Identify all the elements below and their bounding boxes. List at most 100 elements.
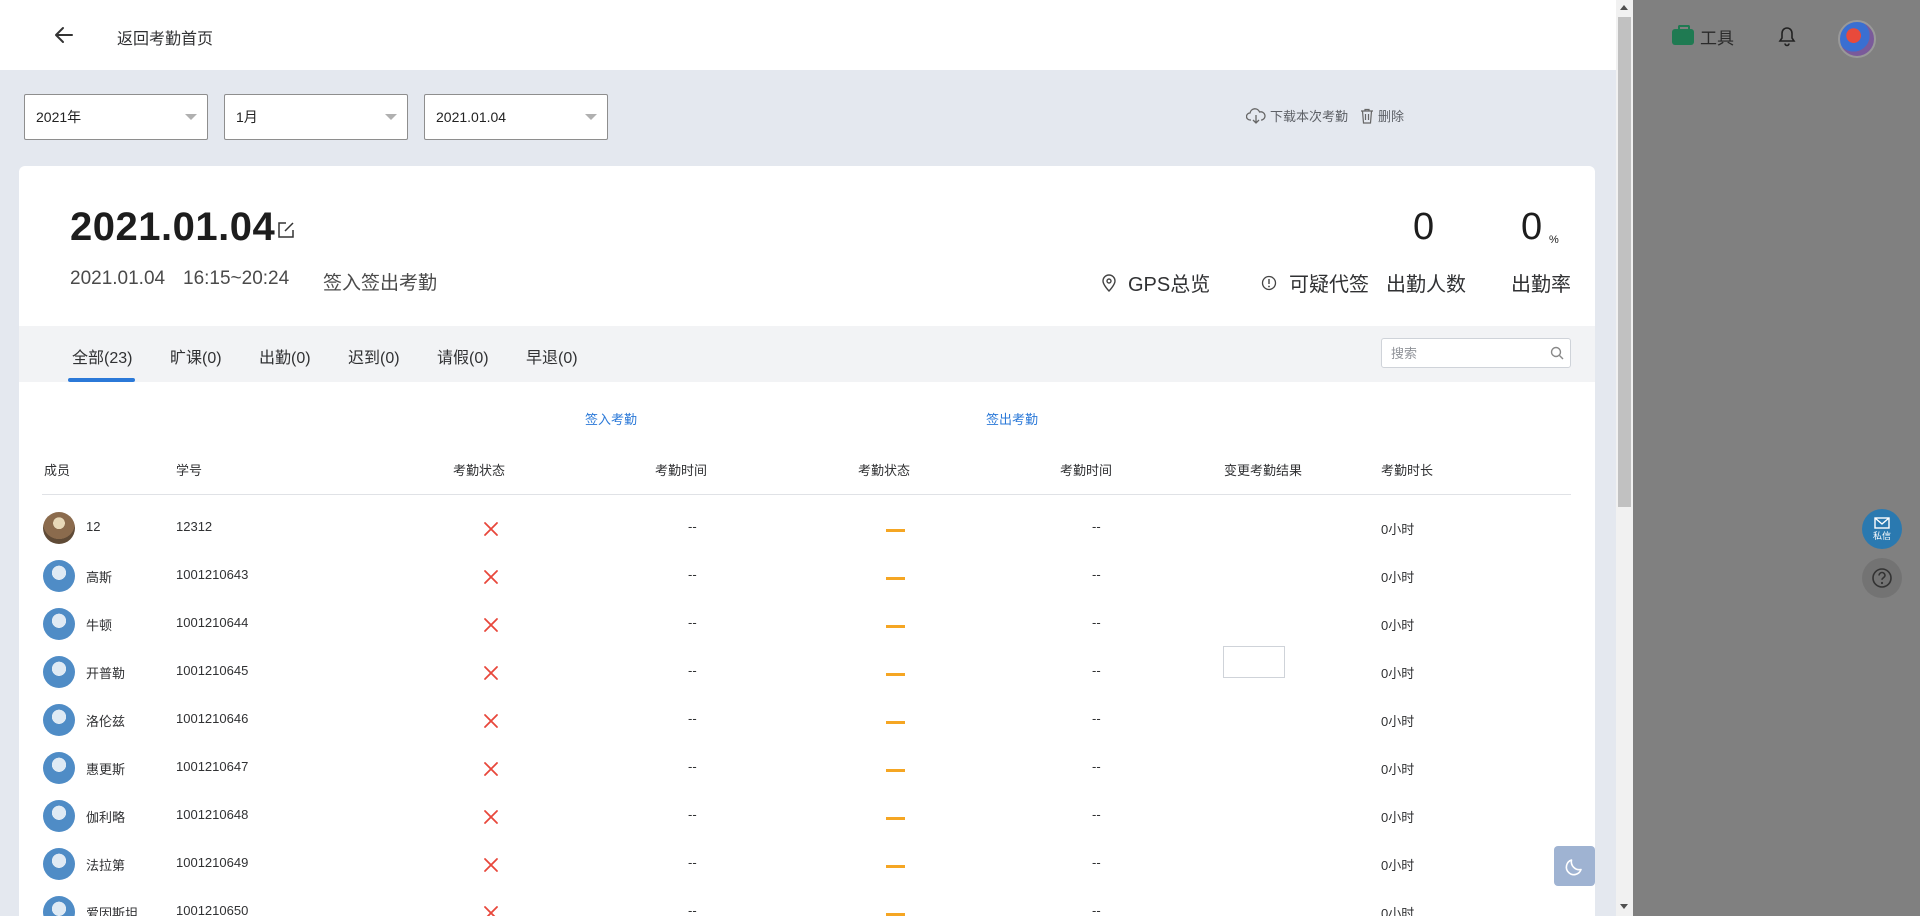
attendance-duration: 0小时 xyxy=(1381,762,1415,777)
avatar xyxy=(43,752,75,784)
scroll-up-icon[interactable] xyxy=(1620,5,1628,10)
tab-all[interactable]: 全部(23) xyxy=(72,344,132,368)
pending-status-icon xyxy=(886,577,905,580)
checkout-time: -- xyxy=(1092,711,1101,726)
attendance-duration: 0小时 xyxy=(1381,522,1415,537)
year-select[interactable]: 2021年 xyxy=(24,94,208,140)
tab-present[interactable]: 出勤(0) xyxy=(259,344,311,368)
bell-icon xyxy=(1778,27,1796,52)
student-id: 1001210643 xyxy=(176,567,249,582)
column-header-student-id: 学号 xyxy=(176,463,203,478)
pending-status-icon xyxy=(886,865,905,868)
tab-absent[interactable]: 旷课(0) xyxy=(170,344,222,368)
search-icon[interactable] xyxy=(1550,346,1564,360)
delete-label: 删除 xyxy=(1377,109,1404,124)
search-input[interactable] xyxy=(1382,339,1541,367)
attendance-rate-unit: % xyxy=(1549,234,1559,246)
pending-status-icon xyxy=(886,817,905,820)
download-button[interactable]: 下载本次考勤 xyxy=(1245,106,1348,125)
column-header-member: 成员 xyxy=(44,463,71,478)
top-bar xyxy=(0,0,1616,70)
table-row: 惠更斯 1001210647 -- -- 0小时 xyxy=(0,752,1616,800)
checkout-group-label[interactable]: 签出考勤 xyxy=(986,409,1038,428)
checkin-time: -- xyxy=(688,567,697,582)
change-result-dropdown[interactable] xyxy=(1223,646,1285,678)
avatar xyxy=(43,656,75,688)
checkout-time: -- xyxy=(1092,759,1101,774)
absent-x-icon xyxy=(484,858,498,872)
user-avatar xyxy=(1838,20,1876,58)
checkin-time: -- xyxy=(688,807,697,822)
session-date-title: 2021.01.04 xyxy=(70,205,276,249)
delete-button[interactable]: 删除 xyxy=(1360,106,1404,125)
search-box xyxy=(1381,338,1571,368)
absent-x-icon xyxy=(484,762,498,776)
member-name: 法拉第 xyxy=(86,858,126,873)
member-name: 高斯 xyxy=(86,570,113,585)
member-name: 洛伦兹 xyxy=(86,714,126,729)
suspicious-signin-button[interactable]: 可疑代签 xyxy=(1261,268,1369,297)
back-to-home-link[interactable]: 返回考勤首页 xyxy=(117,25,213,49)
member-name: 惠更斯 xyxy=(86,762,126,777)
location-pin-icon xyxy=(1102,273,1116,292)
month-select[interactable]: 1月 xyxy=(224,94,408,140)
checkin-time: -- xyxy=(688,759,697,774)
attendance-count: 0 xyxy=(1413,206,1435,248)
column-header-checkin-status: 考勤状态 xyxy=(453,463,506,478)
message-label: 私信 xyxy=(1872,531,1891,541)
pending-status-icon xyxy=(886,673,905,676)
scrollbar-thumb[interactable] xyxy=(1618,17,1631,507)
student-id: 1001210647 xyxy=(176,759,249,774)
avatar xyxy=(43,608,75,640)
attendance-duration: 0小时 xyxy=(1381,570,1415,585)
student-id: 1001210650 xyxy=(176,903,249,916)
back-arrow-icon[interactable] xyxy=(52,24,76,46)
checkin-time: -- xyxy=(688,663,697,678)
table-row: 爱因斯坦 1001210650 -- -- 0小时 xyxy=(0,896,1616,916)
dark-mode-toggle[interactable] xyxy=(1554,846,1595,886)
table-row: 开普勒 1001210645 -- -- 0小时 xyxy=(0,646,1616,704)
trash-icon xyxy=(1360,108,1373,124)
tab-early-leave[interactable]: 早退(0) xyxy=(526,344,578,368)
checkin-time: -- xyxy=(688,903,697,916)
checkout-time: -- xyxy=(1092,519,1101,534)
gps-overview-label: GPS总览 xyxy=(1128,274,1211,296)
action-links: 下载本次考勤 删除 xyxy=(1234,106,1404,125)
table-row: 牛顿 1001210644 -- -- 0小时 xyxy=(0,608,1616,656)
attendance-duration: 0小时 xyxy=(1381,666,1415,681)
active-tab-indicator xyxy=(68,378,135,382)
chevron-down-icon xyxy=(185,114,197,120)
column-header-checkout-status: 考勤状态 xyxy=(858,463,911,478)
edit-icon[interactable] xyxy=(277,221,295,239)
header-divider xyxy=(42,494,1571,495)
attendance-duration: 0小时 xyxy=(1381,714,1415,729)
avatar xyxy=(43,512,75,544)
tools-menu: 工具 xyxy=(1672,24,1734,49)
date-select[interactable]: 2021.01.04 xyxy=(424,94,608,140)
student-id: 1001210646 xyxy=(176,711,249,726)
attendance-duration: 0小时 xyxy=(1381,810,1415,825)
pending-status-icon xyxy=(886,625,905,628)
table-row: 12 12312 -- -- 0小时 xyxy=(0,512,1616,560)
date-select-value: 2021.01.04 xyxy=(436,109,507,125)
attendance-rate-label: 出勤率 xyxy=(1511,274,1571,296)
absent-x-icon xyxy=(484,666,498,680)
absent-x-icon xyxy=(484,906,498,916)
avatar xyxy=(43,896,75,916)
checkout-time: -- xyxy=(1092,663,1101,678)
student-id: 1001210648 xyxy=(176,807,249,822)
tab-leave[interactable]: 请假(0) xyxy=(437,344,489,368)
checkout-time: -- xyxy=(1092,807,1101,822)
year-select-value: 2021年 xyxy=(36,109,82,125)
checkout-time: -- xyxy=(1092,855,1101,870)
checkin-group-label[interactable]: 签入考勤 xyxy=(585,409,637,428)
attendance-count-label: 出勤人数 xyxy=(1386,274,1466,296)
scroll-down-icon[interactable] xyxy=(1620,904,1628,909)
gps-overview-button[interactable]: GPS总览 xyxy=(1102,268,1210,297)
tab-late[interactable]: 迟到(0) xyxy=(348,344,400,368)
attendance-detail-panel: 返回考勤首页 2021年 1月 2021.01.04 下载本次考勤 删除 202… xyxy=(0,0,1616,916)
message-button: 私信 xyxy=(1862,509,1902,549)
absent-x-icon xyxy=(484,810,498,824)
student-id: 1001210645 xyxy=(176,663,249,678)
pending-status-icon xyxy=(886,769,905,772)
